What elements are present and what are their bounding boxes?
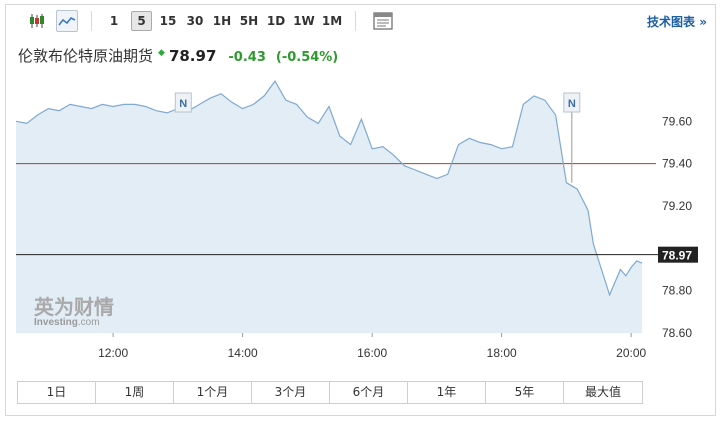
watermark-en-bold: Investing [34, 317, 78, 328]
timeframe-5[interactable]: 5 [131, 11, 152, 31]
range-button-2[interactable]: 1个月 [174, 382, 252, 403]
price-change-percent: (-0.54%) [275, 50, 339, 65]
range-button-4[interactable]: 6个月 [330, 382, 408, 403]
timeframe-1h[interactable]: 1H [210, 11, 234, 31]
news-marker-label: N [568, 98, 576, 110]
range-button-6[interactable]: 5年 [486, 382, 564, 403]
x-tick-label: 18:00 [487, 346, 517, 360]
double-chevron-right-icon: » [699, 15, 707, 29]
price-change: -0.43 [228, 50, 266, 65]
range-selector: 1日 1周 1个月 3个月 6个月 1年 5年 最大值 [17, 381, 643, 404]
timeframe-1m[interactable]: 1M [319, 11, 345, 31]
timeframe-1[interactable]: 1 [105, 11, 123, 31]
y-tick-label: 78.60 [662, 326, 692, 340]
range-button-0[interactable]: 1日 [18, 382, 96, 403]
watermark-en-suffix: .com [77, 317, 100, 328]
timeframe-1d[interactable]: 1D [264, 11, 288, 31]
y-tick-label: 79.40 [662, 157, 692, 171]
current-price-badge-label: 78.97 [662, 249, 692, 263]
price-chart[interactable]: 79.60 79.40 79.20 78.80 78.60 78.97 12:00 14:00… [16, 79, 706, 363]
chart-toolbar: 1 5 15 30 1H 5H 1D 1W 1M 技术图表 » [6, 5, 715, 37]
toolbar-separator [91, 11, 92, 31]
technical-chart-link[interactable]: 技术图表 » [647, 13, 707, 30]
last-price: 78.97 [168, 47, 217, 65]
layout-icon[interactable] [372, 10, 394, 32]
chart-widget: 1 5 15 30 1H 5H 1D 1W 1M 技术图表 » 伦敦布伦特原油期… [5, 4, 716, 416]
x-tick-label: 20:00 [616, 346, 646, 360]
timeframe-30[interactable]: 30 [184, 11, 206, 31]
y-tick-label: 79.60 [662, 114, 692, 128]
watermark-logo: 英为财情 Investing.com [34, 291, 114, 328]
line-chart-icon[interactable] [56, 10, 78, 32]
instrument-name: 伦敦布伦特原油期货 [18, 47, 154, 65]
y-tick-label: 78.80 [662, 284, 692, 298]
x-tick-label: 14:00 [228, 346, 258, 360]
toolbar-separator [355, 11, 356, 31]
instrument-header: 伦敦布伦特原油期货 ◆ 78.97 -0.43 (-0.54%) [18, 45, 338, 69]
x-tick-label: 12:00 [98, 346, 128, 360]
news-marker-label: N [179, 98, 187, 110]
x-tick-label: 16:00 [357, 346, 387, 360]
watermark-cn: 英为财情 [34, 295, 114, 319]
timeframe-1w[interactable]: 1W [291, 11, 317, 31]
timeframe-5h[interactable]: 5H [237, 11, 261, 31]
range-button-7[interactable]: 最大值 [564, 382, 642, 403]
timeframe-15[interactable]: 15 [157, 11, 179, 31]
range-button-5[interactable]: 1年 [408, 382, 486, 403]
technical-chart-label: 技术图表 [647, 15, 696, 29]
y-tick-label: 79.20 [662, 199, 692, 213]
candlestick-icon[interactable] [26, 10, 48, 32]
range-button-3[interactable]: 3个月 [252, 382, 330, 403]
range-button-1[interactable]: 1周 [96, 382, 174, 403]
status-diamond-icon: ◆ [158, 48, 165, 58]
